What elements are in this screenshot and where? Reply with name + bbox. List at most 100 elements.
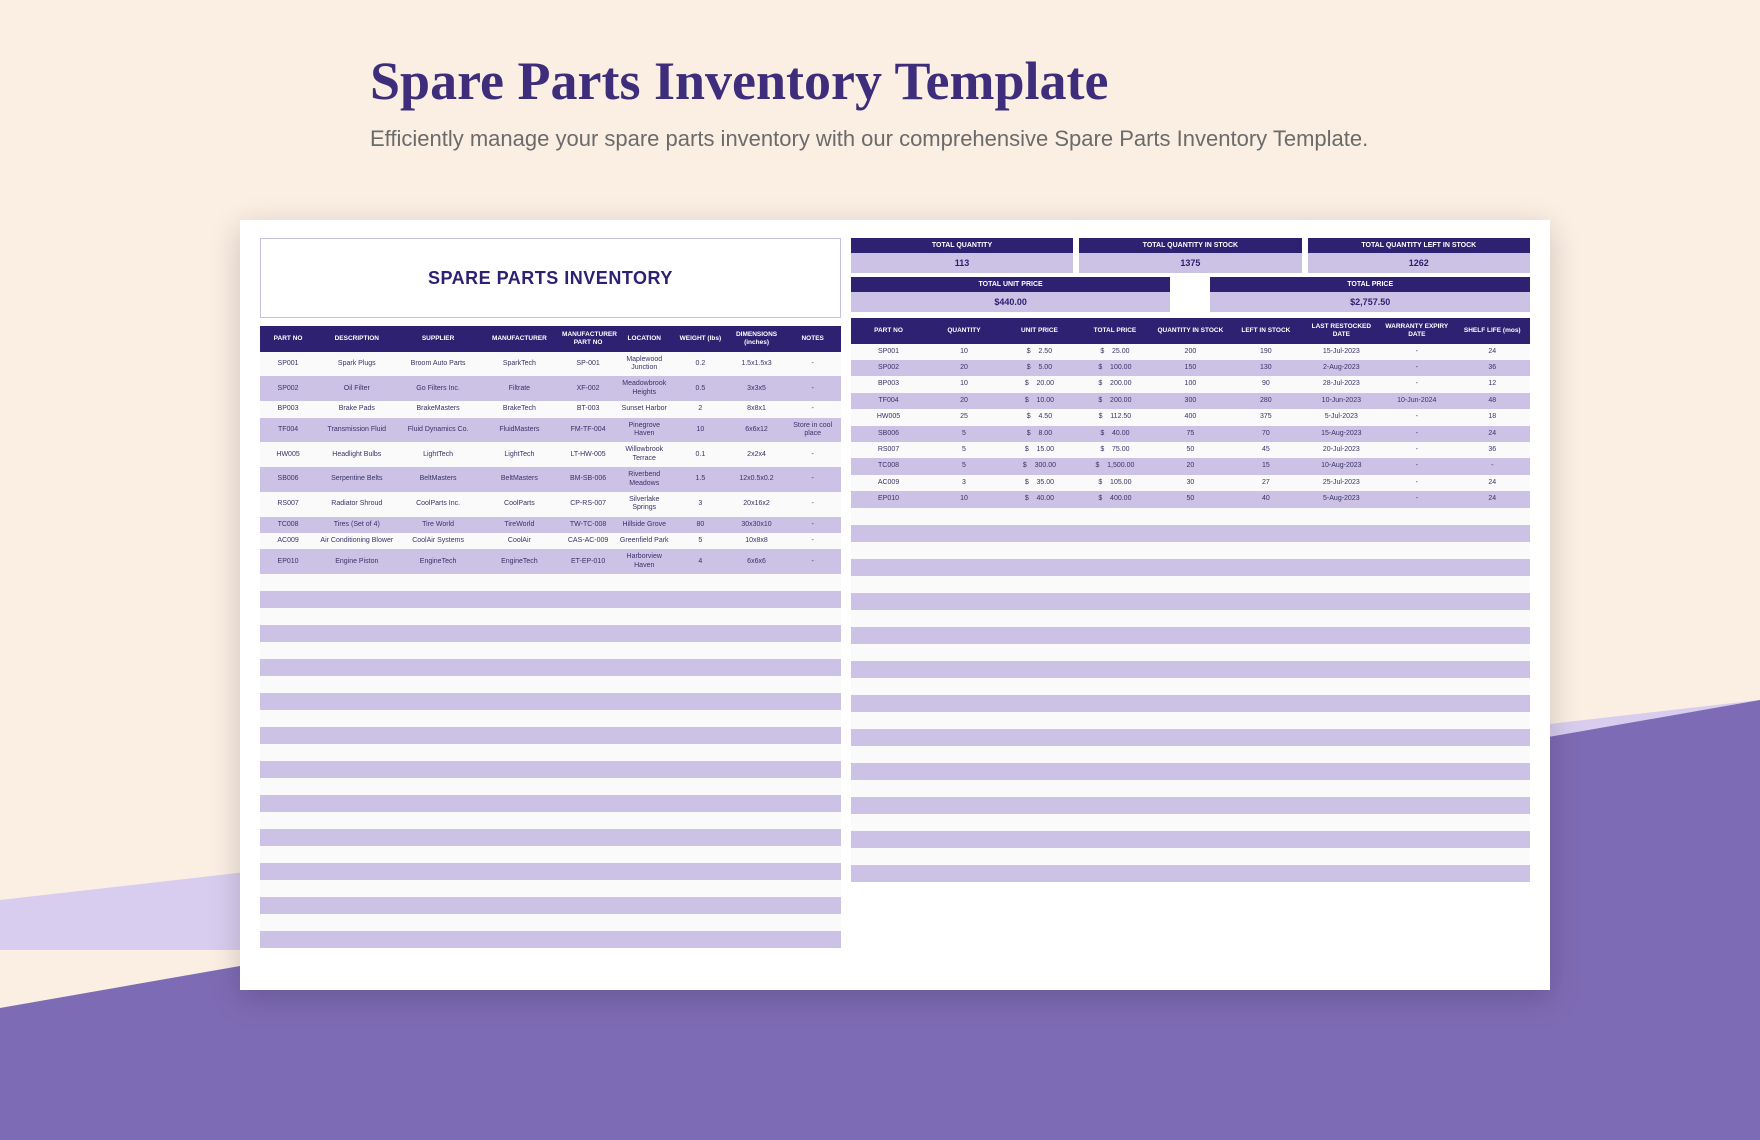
table-cell: Greenfield Park xyxy=(616,533,672,549)
empty-row xyxy=(851,559,1530,576)
right-header-cell: UNIT PRICE xyxy=(1002,318,1077,344)
table-cell: 36 xyxy=(1455,442,1530,458)
right-header-cell: QUANTITY xyxy=(926,318,1001,344)
table-cell: 80 xyxy=(672,517,728,533)
left-header-cell: PART NO xyxy=(260,326,316,352)
table-cell: - xyxy=(1379,475,1454,491)
table-cell: 200 xyxy=(1153,344,1228,360)
table-cell: 24 xyxy=(1455,475,1530,491)
table-cell: 70 xyxy=(1228,426,1303,442)
table-cell: CP-RS-007 xyxy=(560,492,616,517)
table-cell: $ 15.00 xyxy=(1002,442,1077,458)
table-cell: 10 xyxy=(926,344,1001,360)
table-cell: 75 xyxy=(1153,426,1228,442)
table-cell: 3 xyxy=(926,475,1001,491)
table-cell: Store in cool place xyxy=(785,418,841,443)
table-cell: SparkTech xyxy=(479,352,560,377)
table-row: RS007Radiator ShroudCoolParts Inc.CoolPa… xyxy=(260,492,841,517)
table-cell: Fluid Dynamics Co. xyxy=(397,418,478,443)
total-unit-price-label: TOTAL UNIT PRICE xyxy=(851,277,1171,292)
table-cell: 24 xyxy=(1455,344,1530,360)
table-cell: CoolAir Systems xyxy=(397,533,478,549)
table-cell: Willowbrook Terrace xyxy=(616,442,672,467)
total-qty-left-label: TOTAL QUANTITY LEFT IN STOCK xyxy=(1308,238,1530,253)
empty-row xyxy=(851,695,1530,712)
empty-row xyxy=(260,795,841,812)
table-cell: - xyxy=(785,492,841,517)
table-cell: 15 xyxy=(1228,458,1303,474)
table-cell: Tire World xyxy=(397,517,478,533)
table-cell: CoolParts xyxy=(479,492,560,517)
table-cell: $ 200.00 xyxy=(1077,376,1152,392)
table-cell: 8x8x1 xyxy=(728,401,784,417)
table-cell: $ 4.50 xyxy=(1002,409,1077,425)
table-cell: SP001 xyxy=(851,344,926,360)
table-cell: ET-EP-010 xyxy=(560,549,616,574)
page-title: Spare Parts Inventory Template xyxy=(370,50,1760,112)
empty-row xyxy=(851,678,1530,695)
empty-row xyxy=(260,897,841,914)
table-cell: 0.5 xyxy=(672,376,728,401)
total-price-value: $2,757.50 xyxy=(1210,292,1530,312)
right-header-cell: QUANTITY IN STOCK xyxy=(1153,318,1228,344)
table-cell: - xyxy=(785,352,841,377)
empty-row xyxy=(260,676,841,693)
total-qty-in-stock-value: 1375 xyxy=(1079,253,1301,273)
empty-row xyxy=(851,746,1530,763)
table-cell: SB006 xyxy=(260,467,316,492)
table-cell: $ 105.00 xyxy=(1077,475,1152,491)
table-cell: - xyxy=(785,549,841,574)
table-cell: 0.2 xyxy=(672,352,728,377)
table-cell: LightTech xyxy=(479,442,560,467)
empty-row xyxy=(260,710,841,727)
table-cell: 5 xyxy=(926,458,1001,474)
empty-row xyxy=(851,627,1530,644)
table-cell: $ 25.00 xyxy=(1077,344,1152,360)
empty-row xyxy=(260,846,841,863)
table-cell: BrakeTech xyxy=(479,401,560,417)
total-quantity-label: TOTAL QUANTITY xyxy=(851,238,1073,253)
table-cell: - xyxy=(1379,458,1454,474)
table-cell: 24 xyxy=(1455,426,1530,442)
empty-row xyxy=(260,693,841,710)
table-cell: LightTech xyxy=(397,442,478,467)
spreadsheet-preview: SPARE PARTS INVENTORY PART NODESCRIPTION… xyxy=(240,220,1550,990)
table-cell: 10-Jun-2023 xyxy=(1304,393,1379,409)
empty-row xyxy=(851,593,1530,610)
total-price-label: TOTAL PRICE xyxy=(1210,277,1530,292)
table-cell: 190 xyxy=(1228,344,1303,360)
empty-row xyxy=(851,542,1530,559)
table-row: HW00525$ 4.50$ 112.504003755-Jul-2023-18 xyxy=(851,409,1530,425)
table-cell: Radiator Shroud xyxy=(316,492,397,517)
table-cell: FluidMasters xyxy=(479,418,560,443)
left-header-cell: LOCATION xyxy=(616,326,672,352)
table-cell: TW-TC-008 xyxy=(560,517,616,533)
table-cell: Engine Piston xyxy=(316,549,397,574)
empty-row xyxy=(260,625,841,642)
table-cell: Transmission Fluid xyxy=(316,418,397,443)
table-cell: 40 xyxy=(1228,491,1303,507)
right-header-cell: LAST RESTOCKED DATE xyxy=(1304,318,1379,344)
table-cell: TC008 xyxy=(260,517,316,533)
total-qty-left-value: 1262 xyxy=(1308,253,1530,273)
table-cell: 30 xyxy=(1153,475,1228,491)
table-cell: TF004 xyxy=(260,418,316,443)
table-cell: 6x6x6 xyxy=(728,549,784,574)
table-cell: BP003 xyxy=(260,401,316,417)
table-cell: $ 75.00 xyxy=(1077,442,1152,458)
table-cell: Maplewood Junction xyxy=(616,352,672,377)
table-cell: Harborview Haven xyxy=(616,549,672,574)
table-cell: Riverbend Meadows xyxy=(616,467,672,492)
right-header-cell: WARRANTY EXPIRY DATE xyxy=(1379,318,1454,344)
table-cell: CoolAir xyxy=(479,533,560,549)
table-cell: TF004 xyxy=(851,393,926,409)
empty-row xyxy=(851,780,1530,797)
table-cell: AC009 xyxy=(851,475,926,491)
empty-row xyxy=(260,778,841,795)
table-cell: - xyxy=(1379,376,1454,392)
table-cell: 20 xyxy=(926,360,1001,376)
table-row: SP002Oil FilterGo Filters Inc.FiltrateXF… xyxy=(260,376,841,401)
table-cell: 24 xyxy=(1455,491,1530,507)
page-subtitle: Efficiently manage your spare parts inve… xyxy=(370,126,1760,152)
table-row: AC0093$ 35.00$ 105.00302725-Jul-2023-24 xyxy=(851,475,1530,491)
